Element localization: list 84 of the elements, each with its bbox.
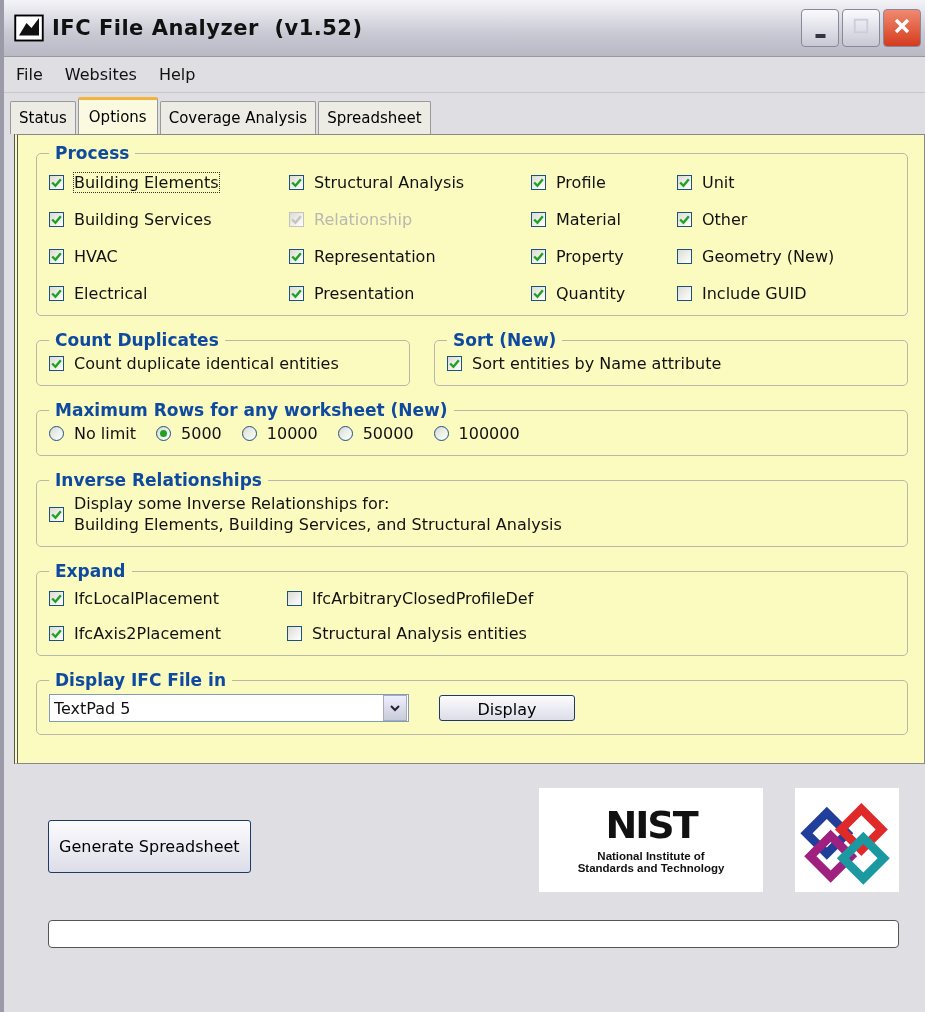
checkbox-label: IfcLocalPlacement <box>74 589 219 608</box>
checkbox-label: HVAC <box>74 247 118 266</box>
checkbox-label: Unit <box>702 173 735 192</box>
logo-text: National Institute of <box>597 850 705 862</box>
display-button[interactable]: Display <box>439 695 575 721</box>
checkbox[interactable] <box>289 286 304 301</box>
checkbox[interactable] <box>287 591 302 606</box>
radio-button[interactable] <box>433 426 449 441</box>
checkbox[interactable] <box>289 249 304 264</box>
radio-label: 10000 <box>266 424 318 443</box>
checkbox-label: Material <box>556 210 621 229</box>
checkbox[interactable] <box>531 175 546 190</box>
checkbox-label: Relationship <box>314 210 413 229</box>
group-title: Count Duplicates <box>54 330 220 350</box>
tab[interactable]: Status <box>10 101 76 134</box>
checkbox[interactable] <box>531 212 546 227</box>
minimize-icon <box>814 34 826 38</box>
radio-button[interactable] <box>49 426 64 441</box>
checkbox-label: Count duplicate identical entities <box>74 354 339 373</box>
checkbox-label: Other <box>702 210 748 229</box>
group-title: Display IFC File in <box>54 670 227 690</box>
group-title: Inverse Relationships <box>54 470 263 490</box>
group-title: Process <box>54 143 131 163</box>
checkbox-label: Electrical <box>74 284 148 303</box>
radio-label: No limit <box>74 424 137 443</box>
caret-icon <box>389 702 401 714</box>
checkbox[interactable] <box>49 356 64 371</box>
group-title: Sort (New) <box>452 330 558 350</box>
menu-item[interactable]: Help <box>158 65 196 84</box>
checkbox-label: Building Elements <box>74 173 219 192</box>
checkbox[interactable] <box>677 286 692 301</box>
checkbox[interactable] <box>531 249 546 264</box>
checkbox-label: Quantity <box>556 284 626 303</box>
checkbox[interactable] <box>49 506 64 522</box>
minimize-button[interactable] <box>801 9 839 47</box>
checkbox-label: Structural Analysis <box>314 173 465 192</box>
checkbox[interactable] <box>49 249 64 264</box>
checkbox[interactable] <box>677 212 692 227</box>
maximize-icon <box>852 17 870 35</box>
logo-text: Standards and Technology <box>577 862 725 874</box>
tab[interactable]: Options <box>77 97 158 135</box>
menu-item[interactable]: Websites <box>64 65 137 84</box>
close-icon <box>892 16 912 36</box>
checkbox[interactable] <box>49 175 64 190</box>
tab[interactable]: Coverage Analysis <box>159 101 317 134</box>
checkbox[interactable] <box>49 286 64 301</box>
group-title: Expand <box>54 561 127 581</box>
checkbox-label: Geometry (New) <box>702 247 835 266</box>
radio-label: 5000 <box>181 424 222 443</box>
checkbox[interactable] <box>287 626 302 641</box>
radio-button[interactable] <box>241 426 257 441</box>
checkbox[interactable] <box>531 286 546 301</box>
checkbox[interactable] <box>49 591 64 606</box>
checkbox[interactable] <box>447 356 462 371</box>
checkbox-label: Structural Analysis entities <box>312 624 527 643</box>
checkbox-label: Sort entities by Name attribute <box>472 354 722 373</box>
generate-spreadsheet-button[interactable]: Generate Spreadsheet <box>48 819 251 873</box>
checkbox-label: Representation <box>314 247 436 266</box>
checkbox[interactable] <box>289 175 304 190</box>
tab[interactable]: Spreadsheet <box>318 101 431 134</box>
logo-mark: NIST <box>605 806 697 844</box>
checkbox[interactable] <box>677 249 692 264</box>
checkbox-label: Presentation <box>314 284 415 303</box>
checkbox[interactable] <box>677 175 692 190</box>
checkbox[interactable] <box>49 212 64 227</box>
checkbox-label: Property <box>556 247 624 266</box>
app-icon <box>14 13 44 43</box>
menu-item[interactable]: File <box>16 65 43 84</box>
checkbox-label: Include GUID <box>702 284 807 303</box>
radio-button[interactable] <box>156 426 172 441</box>
group-title: Maximum Rows for any worksheet (New) <box>54 400 449 420</box>
radio-label: 100000 <box>458 424 520 443</box>
checkbox-label: Building Services <box>74 210 212 229</box>
checkbox-label: Display some Inverse Relationships for: <box>74 494 391 513</box>
editor-dropdown[interactable]: TextPad 5 <box>49 694 409 722</box>
checkbox-label: Profile <box>556 173 606 192</box>
radio-button[interactable] <box>337 426 353 441</box>
checkbox-label: IfcArbitraryClosedProfileDef <box>312 589 534 608</box>
checkbox-label: IfcAxis2Placement <box>74 624 221 643</box>
close-button[interactable] <box>883 9 921 47</box>
checkbox-label: Building Elements, Building Services, and Structural Analysis <box>74 515 562 534</box>
radio-label: 50000 <box>362 424 414 443</box>
window-title: IFC File Analyzer (v1.52) <box>52 16 364 40</box>
checkbox[interactable] <box>49 626 64 641</box>
